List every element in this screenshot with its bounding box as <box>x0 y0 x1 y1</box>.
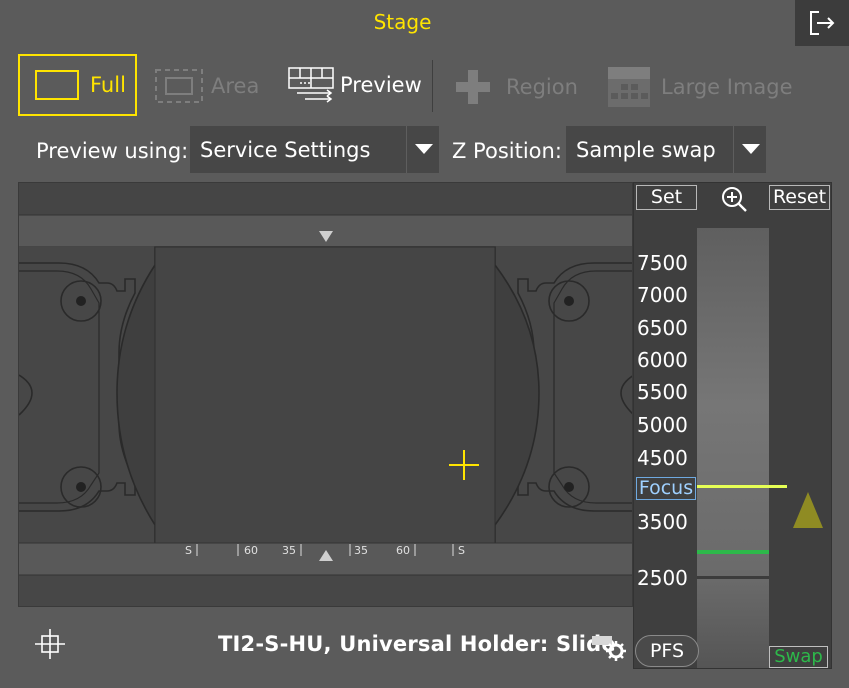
z-tick-label: 6000 <box>637 348 688 372</box>
stage-holder-diagram <box>19 183 632 606</box>
swap-button[interactable]: Swap <box>769 646 828 668</box>
holder-name: TI2-S-HU, Universal Holder: Slide <box>218 632 616 656</box>
zoom-in-button[interactable] <box>720 185 748 217</box>
z-tick-label: 4500 <box>637 446 688 470</box>
region-button[interactable]: Region <box>454 68 578 106</box>
z-tick-label: 5000 <box>637 413 688 437</box>
z-tick-label: 7000 <box>637 283 688 307</box>
full-frame-icon <box>35 70 79 100</box>
scale-label: 60 <box>396 544 410 557</box>
zoom-in-icon <box>722 187 747 212</box>
region-label: Region <box>506 75 578 99</box>
reset-button[interactable]: Reset <box>769 185 830 210</box>
z-track[interactable] <box>697 228 769 668</box>
z-tick-label: 6500 <box>637 316 688 340</box>
scale-label: 35 <box>354 544 368 557</box>
holder-settings-icon <box>592 636 626 661</box>
current-z-line <box>697 550 769 554</box>
dropdown-arrow-icon <box>415 144 433 154</box>
z-position-select[interactable]: Sample swap <box>566 126 766 173</box>
center-stage-button[interactable] <box>34 628 66 664</box>
z-position-value: Sample swap <box>576 137 716 162</box>
pfs-button[interactable]: PFS <box>635 635 699 667</box>
preview-icon <box>288 67 334 103</box>
preview-label: Preview <box>340 73 422 97</box>
exit-button[interactable] <box>795 0 849 46</box>
stage-view[interactable]: S 60 35 35 60 S <box>18 182 633 607</box>
holder-settings-button[interactable] <box>591 633 627 667</box>
set-button[interactable]: Set <box>636 185 697 210</box>
dropdown-arrow-icon <box>742 144 760 154</box>
preview-using-value: Service Settings <box>200 137 371 162</box>
z-tick-label: 5500 <box>637 380 688 404</box>
full-label: Full <box>90 73 126 97</box>
z-tick-label: 3500 <box>637 510 688 534</box>
select-divider <box>733 126 734 173</box>
large-image-label: Large Image <box>661 75 793 99</box>
crosshair-icon <box>35 629 65 659</box>
z-position-marker-icon[interactable] <box>791 490 825 530</box>
full-button[interactable]: Full <box>18 54 137 116</box>
large-image-button[interactable]: Large Image <box>607 66 793 108</box>
scale-label: 60 <box>244 544 258 557</box>
scale-label: S <box>458 544 465 557</box>
scale-label: 35 <box>282 544 296 557</box>
region-plus-icon <box>456 70 490 104</box>
scale-label: S <box>185 544 192 557</box>
preview-button[interactable]: Preview <box>287 66 422 104</box>
window-title: Stage <box>373 10 432 34</box>
z-tick-label: 2500 <box>637 566 688 590</box>
toolbar-separator <box>432 60 433 112</box>
focus-label[interactable]: Focus <box>636 477 696 500</box>
area-label: Area <box>211 74 260 98</box>
area-icon <box>155 69 203 103</box>
exit-icon <box>810 11 835 35</box>
preview-using-select[interactable]: Service Settings <box>190 126 439 173</box>
z-lower-limit-line <box>697 576 769 579</box>
preview-using-label: Preview using: <box>36 139 189 163</box>
area-button[interactable]: Area <box>154 68 259 104</box>
focus-position-line <box>697 485 787 488</box>
select-divider <box>406 126 407 173</box>
large-image-icon <box>608 67 650 107</box>
z-position-label: Z Position: <box>452 139 562 163</box>
z-tick-label: 7500 <box>637 251 688 275</box>
